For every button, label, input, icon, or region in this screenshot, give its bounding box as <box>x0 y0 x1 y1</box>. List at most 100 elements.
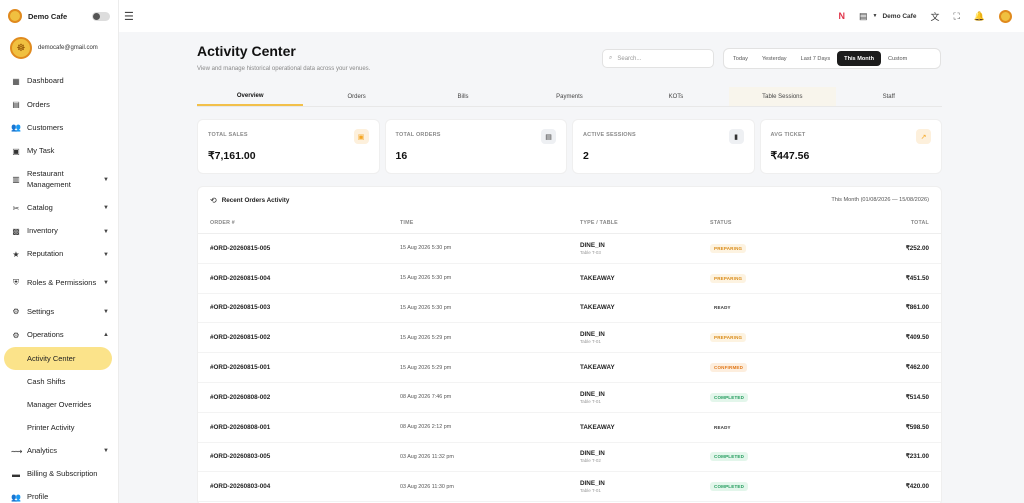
chevron-icon: ▼ <box>103 308 109 315</box>
topbar-avatar[interactable] <box>999 9 1012 23</box>
order-type: DINE_IN Table T-01 <box>580 331 710 344</box>
range-this-month[interactable]: This Month <box>837 51 881 66</box>
sidebar-item-reputation[interactable]: ★ Reputation ▼ <box>0 243 119 266</box>
task-icon: ▣ <box>12 146 20 156</box>
sidebar-item-my-task[interactable]: ▣ My Task <box>0 140 119 163</box>
user-profile[interactable]: ☸ democafe@gmail.com <box>0 32 118 64</box>
theme-toggle[interactable] <box>92 11 110 21</box>
sidebar-item-billing-subscription[interactable]: ▬ Billing & Subscription <box>0 463 119 486</box>
column-header: TYPE / TABLE <box>580 220 618 226</box>
star-icon: ★ <box>12 250 20 260</box>
table-row[interactable]: #ORD-20260815-005 15 Aug 2026 5:30 pm DINE… <box>198 234 941 264</box>
table-row[interactable]: #ORD-20260808-001 08 Aug 2026 2:12 pm TAKE… <box>198 413 941 443</box>
translate-icon[interactable]: 文 <box>930 10 939 23</box>
range-yesterday[interactable]: Yesterday <box>755 51 794 66</box>
sidebar-item-label: Settings <box>27 306 55 316</box>
tab-payments[interactable]: Payments <box>516 87 622 106</box>
table-row[interactable]: #ORD-20260815-003 15 Aug 2026 5:30 pm TAKE… <box>198 294 941 324</box>
sidebar-item-inventory[interactable]: ▩ Inventory ▼ <box>0 220 119 243</box>
table-row[interactable]: #ORD-20260815-001 15 Aug 2026 5:29 pm TAKE… <box>198 353 941 383</box>
chevron-icon: ▼ <box>103 448 109 455</box>
door-icon: ▮ <box>728 129 744 144</box>
sidebar-item-customers[interactable]: 👥 Customers <box>0 116 119 139</box>
range-today[interactable]: Today <box>726 51 755 66</box>
menu-icon[interactable]: ☰ <box>124 10 134 23</box>
order-type: DINE_IN Table T-01 <box>580 480 710 493</box>
table-header: ORDER # TIME TYPE / TABLE STATUS TOTAL <box>198 213 941 234</box>
notification-brand-icon[interactable]: N <box>839 11 846 21</box>
order-type: DINE_IN Table T-02 <box>580 450 710 463</box>
venue-selector[interactable]: ▤ ▼ Demo Cafe <box>859 11 916 22</box>
sidebar-item-label: Reputation <box>27 249 64 259</box>
order-time: 08 Aug 2026 2:12 pm <box>400 424 452 431</box>
order-status: CONFIRMED <box>710 363 830 373</box>
column-header: STATUS <box>710 220 732 226</box>
stat-label: TOTAL SALES <box>208 132 248 138</box>
tab-staff[interactable]: Staff <box>836 87 942 106</box>
order-number: #ORD-20260815-003 <box>210 304 271 312</box>
order-total: ₹462.00 <box>905 364 929 372</box>
order-time: 15 Aug 2026 5:30 pm <box>400 245 452 252</box>
table-row[interactable]: #ORD-20260815-002 15 Aug 2026 5:29 pm DINE… <box>198 323 941 354</box>
sidebar-subitem-activity-center[interactable]: Activity Center <box>4 346 112 370</box>
search-placeholder: Search... <box>617 55 642 62</box>
brand-name: Demo Cafe <box>28 11 68 21</box>
sidebar-item-restaurant-management[interactable]: ▥ Restaurant Management ▼ <box>0 163 119 197</box>
sidebar-item-dashboard[interactable]: ▦ Dashboard <box>0 70 119 93</box>
tab-table-sessions[interactable]: Table Sessions <box>729 87 836 106</box>
column-header: TOTAL <box>910 220 929 226</box>
recent-orders-panel: ⟲ Recent Orders Activity This Month (01/… <box>197 186 942 503</box>
order-status: COMPLETED <box>710 392 830 402</box>
brand: Demo Cafe <box>0 0 118 32</box>
search-input[interactable]: ⌕ Search... <box>602 49 714 68</box>
chevron-icon: ▲ <box>103 332 109 339</box>
sidebar-item-operations[interactable]: ⚙ Operations ▲ <box>0 324 119 347</box>
panel-header: ⟲ Recent Orders Activity This Month (01/… <box>198 187 941 213</box>
tab-overview[interactable]: Overview <box>197 87 304 106</box>
status-badge: PREPARING <box>710 243 747 253</box>
venue-chevron-icon: ▼ <box>872 13 878 19</box>
tab-orders[interactable]: Orders <box>303 87 409 106</box>
order-total: ₹598.50 <box>905 423 929 431</box>
sidebar-item-label: Dashboard <box>27 76 64 86</box>
sidebar-item-analytics[interactable]: ⟿ Analytics ▼ <box>0 439 119 462</box>
range-last-7-days[interactable]: Last 7 Days <box>794 51 838 66</box>
sidebar-subitem-manager-overrides[interactable]: Manager Overrides <box>0 393 119 416</box>
status-badge: PREPARING <box>710 333 747 343</box>
tab-kots[interactable]: KOTs <box>623 87 729 106</box>
sidebar-item-label: Billing & Subscription <box>27 468 98 478</box>
sidebar-item-label: Analytics <box>27 445 58 455</box>
table-row[interactable]: #ORD-20260803-004 03 Aug 2026 11:30 pm DIN… <box>198 472 941 503</box>
people-icon: 👥 <box>11 123 21 133</box>
sidebar-item-profile[interactable]: 👥 Profile <box>0 486 119 503</box>
table-body: #ORD-20260815-005 15 Aug 2026 5:30 pm DINE… <box>198 234 941 503</box>
order-number: #ORD-20260815-001 <box>210 364 271 372</box>
status-badge: COMPLETED <box>710 482 749 492</box>
order-table: Table T-01 <box>580 488 601 494</box>
table-row[interactable]: #ORD-20260808-002 08 Aug 2026 7:46 pm DINE… <box>198 383 941 413</box>
sidebar-subitem-cash-shifts[interactable]: Cash Shifts <box>0 370 119 393</box>
table-row[interactable]: #ORD-20260803-005 03 Aug 2026 11:32 pm DIN… <box>198 443 941 473</box>
chevron-icon: ▼ <box>103 251 109 258</box>
bell-icon[interactable]: 🔔 <box>974 11 985 22</box>
people-icon: 👥 <box>11 492 21 502</box>
tab-bills[interactable]: Bills <box>410 87 516 106</box>
table-row[interactable]: #ORD-20260815-004 15 Aug 2026 5:30 pm TAKE… <box>198 264 941 294</box>
sidebar-subitem-printer-activity[interactable]: Printer Activity <box>0 416 119 439</box>
order-time: 03 Aug 2026 11:32 pm <box>400 453 454 460</box>
sidebar-item-settings[interactable]: ⚙ Settings ▼ <box>0 300 119 323</box>
sidebar-item-label: Roles & Permissions <box>27 278 97 288</box>
order-table: Table T-02 <box>580 458 601 464</box>
sidebar-item-orders[interactable]: ▤ Orders <box>0 93 119 116</box>
order-table: Table T-03 <box>580 249 601 255</box>
sidebar-item-catalog[interactable]: ✂ Catalog ▼ <box>0 197 119 220</box>
range-custom[interactable]: Custom <box>881 51 914 66</box>
chevron-icon: ▼ <box>103 205 109 212</box>
order-number: #ORD-20260808-002 <box>210 393 271 401</box>
status-badge: COMPLETED <box>710 452 749 462</box>
fullscreen-icon[interactable]: ⛶ <box>953 11 959 22</box>
order-status: READY <box>710 423 830 432</box>
order-number: #ORD-20260803-004 <box>210 483 271 491</box>
sidebar-item-roles-permissions[interactable]: ⛨ Roles & Permissions ▼ <box>0 266 119 300</box>
brand-logo <box>8 9 22 23</box>
